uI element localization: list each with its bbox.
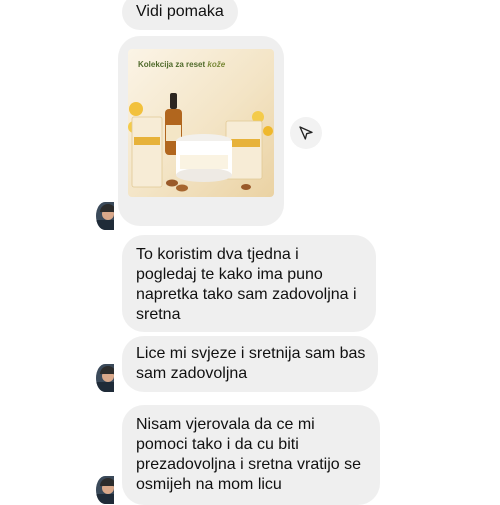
message-bubble[interactable]: Vidi pomaka xyxy=(122,0,238,30)
message-text: sretna xyxy=(136,306,181,323)
message-text: pomoci tako i da cu biti xyxy=(136,436,299,453)
message-text: prezadovoljna i sretna vratijo se xyxy=(136,456,362,473)
message-bubble[interactable]: Lice mi svjeze i sretnija sam bas sam za… xyxy=(122,336,378,392)
message-text: Lice mi svjeze i sretnija sam bas xyxy=(136,345,366,362)
message-text: To koristim dva tjedna i xyxy=(136,246,299,263)
post-image[interactable]: Kolekcija za reset kože xyxy=(128,49,274,197)
avatar[interactable] xyxy=(96,364,114,392)
message-text: Vidi pomaka xyxy=(136,3,224,20)
message-text: pogledaj te kako ima puno xyxy=(136,266,323,283)
message-bubble[interactable]: To koristim dva tjedna i pogledaj te kak… xyxy=(122,235,376,332)
message-text: sam zadovoljna xyxy=(136,365,248,382)
message-text: Nisam vjerovala da ce mi xyxy=(136,416,315,433)
message-bubble[interactable]: Nisam vjerovala da ce mi pomoci tako i d… xyxy=(122,405,380,505)
shared-post-card[interactable]: Kolekcija za reset kože xyxy=(118,36,284,226)
share-button[interactable] xyxy=(290,117,322,149)
product-illustration xyxy=(128,93,273,192)
avatar[interactable] xyxy=(96,202,114,230)
message-text: osmijeh na mom licu xyxy=(136,476,282,493)
send-icon xyxy=(299,126,313,140)
message-text: napretka tako sam zadovoljna i xyxy=(136,286,357,303)
